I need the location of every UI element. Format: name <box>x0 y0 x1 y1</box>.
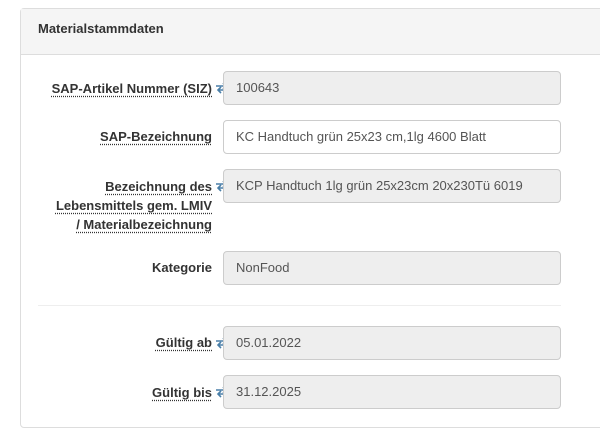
section-divider <box>38 305 561 306</box>
lmiv-bezeichnung-label-line3: / Materialbezeichnung <box>76 217 212 232</box>
sap-bezeichnung-field[interactable] <box>223 120 561 154</box>
panel-title: Materialstammdaten <box>21 9 600 55</box>
sap-bezeichnung-label: SAP-Bezeichnung <box>100 129 212 144</box>
sap-bezeichnung-input[interactable] <box>236 121 536 152</box>
gueltig-bis-value: 31.12.2025 <box>236 384 302 399</box>
gueltig-ab-value: 05.01.2022 <box>236 335 302 350</box>
sap-artikel-nummer-value: 100643 <box>236 80 280 95</box>
lmiv-bezeichnung-label-line2: Lebensmittels gem. LMIV <box>55 198 212 213</box>
sap-artikel-nummer-field: 100643 <box>223 71 561 105</box>
kategorie-label: Kategorie <box>152 260 212 275</box>
gueltig-ab-label: Gültig ab <box>155 335 212 350</box>
lmiv-bezeichnung-value: KCP Handtuch 1lg grün 25x23cm 20x230Tü 6… <box>236 178 523 193</box>
materialstammdaten-panel: Materialstammdaten SAP-Artikel Nummer (S… <box>20 8 600 428</box>
lmiv-bezeichnung-field: KCP Handtuch 1lg grün 25x23cm 20x230Tü 6… <box>223 169 561 203</box>
gueltig-bis-field: 31.12.2025 <box>223 375 561 409</box>
kategorie-field: NonFood <box>223 251 561 285</box>
lmiv-bezeichnung-label-line1: Bezeichnung des <box>105 179 212 194</box>
gueltig-bis-label: Gültig bis <box>152 385 212 400</box>
kategorie-value: NonFood <box>236 260 290 275</box>
sap-artikel-nummer-label: SAP-Artikel Nummer (SIZ) <box>51 81 212 96</box>
gueltig-ab-field: 05.01.2022 <box>223 326 561 360</box>
